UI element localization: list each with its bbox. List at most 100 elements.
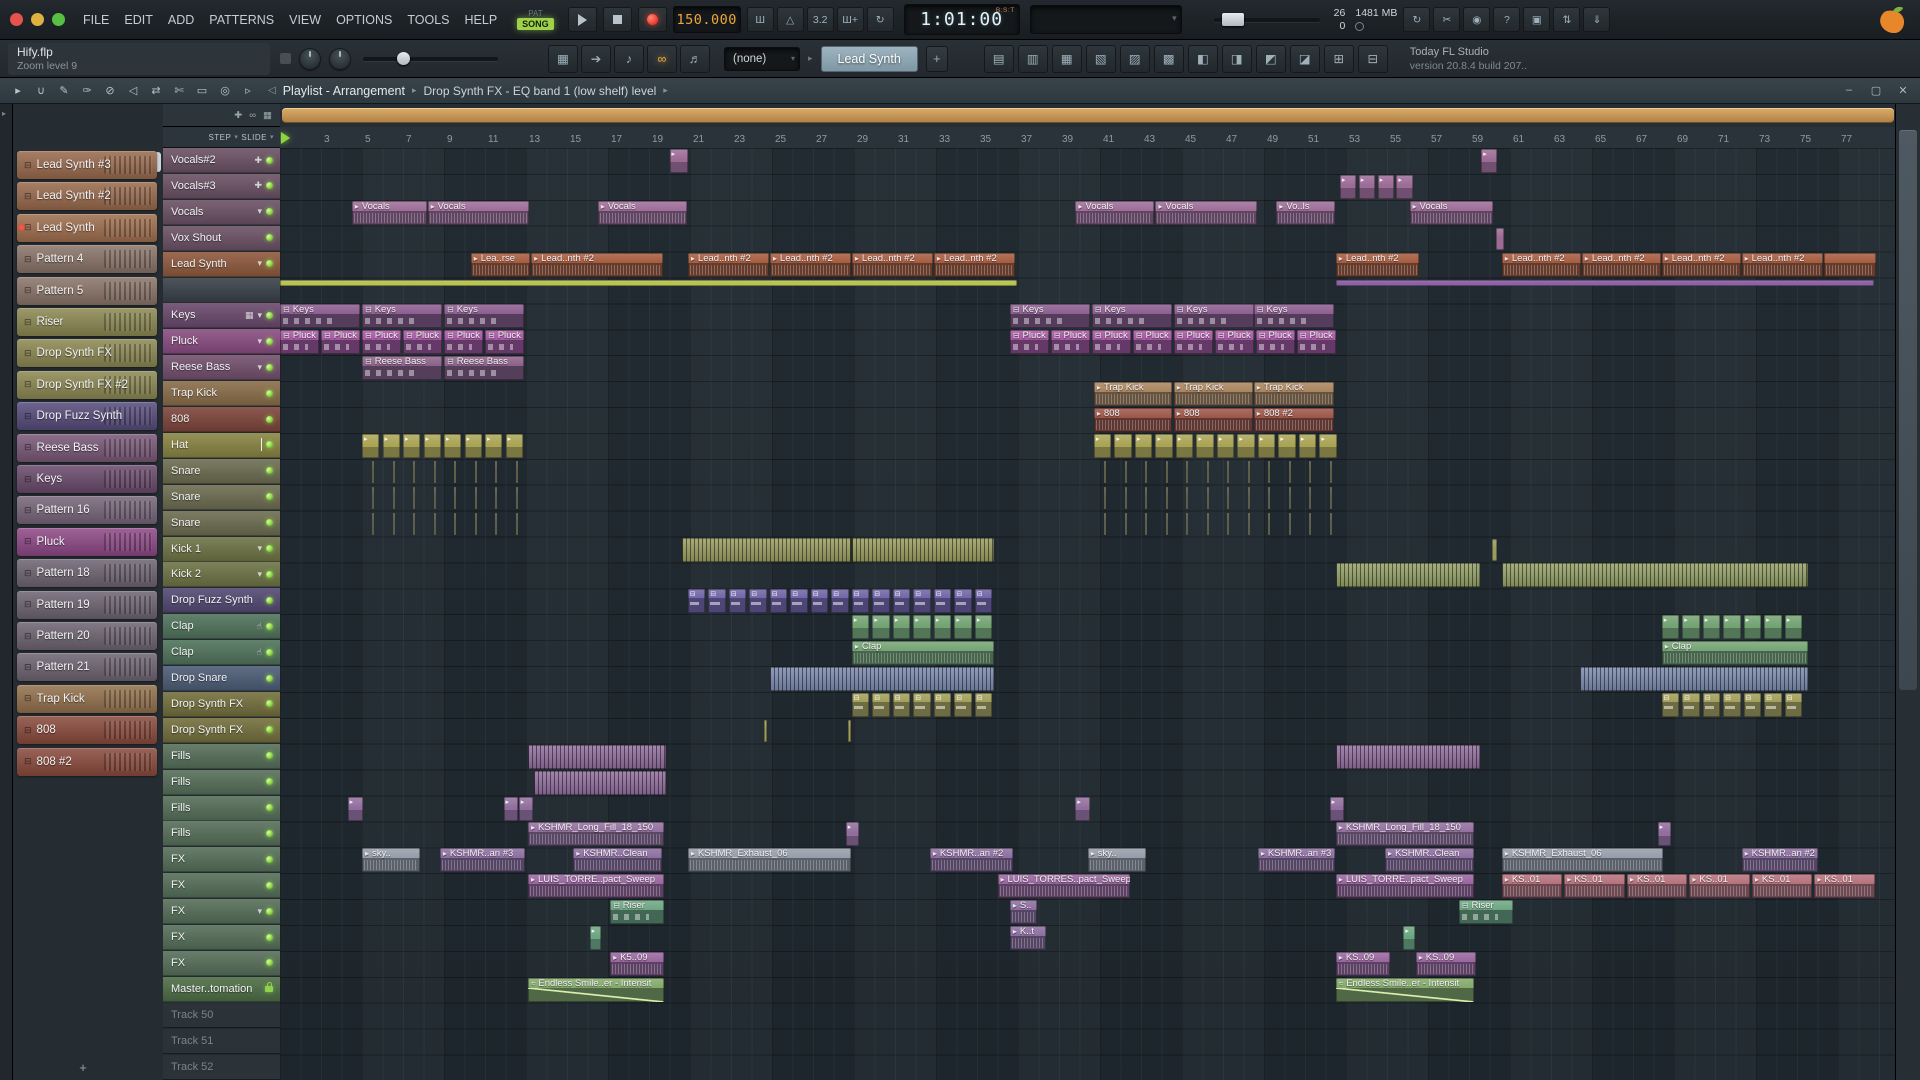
- clip-tick[interactable]: [433, 460, 436, 483]
- clip-tick[interactable]: [1329, 512, 1332, 535]
- picker-item-808-2[interactable]: ⊟ 808 #2: [17, 747, 157, 776]
- clip-tick[interactable]: [1495, 227, 1504, 250]
- clip-808-2[interactable]: ▸ 808 #2: [1253, 408, 1334, 432]
- clip-midisolo[interactable]: ⊟: [892, 692, 911, 717]
- clip-s[interactable]: ▸ S..: [1009, 900, 1038, 925]
- clip-tick[interactable]: [1268, 486, 1271, 509]
- clip-stripes[interactable]: [1335, 744, 1481, 769]
- clip-tick[interactable]: [1329, 460, 1332, 483]
- clip-kshmr-clean[interactable]: ▸ KSHMR..Clean: [573, 848, 663, 873]
- clip-tick[interactable]: [1227, 486, 1230, 509]
- clip-sky[interactable]: ▸ sky..: [1087, 848, 1147, 873]
- menu-icon[interactable]: ▸: [8, 82, 28, 100]
- clip-tick[interactable]: [1165, 460, 1168, 483]
- clip-kshmr-long-fill-18-150[interactable]: ▸ KSHMR_Long_Fill_18_150: [528, 822, 665, 847]
- clip-tick[interactable]: [515, 512, 518, 535]
- clip-tick[interactable]: [1206, 486, 1209, 509]
- clip-tick[interactable]: [392, 512, 395, 535]
- clip-pluck[interactable]: ⊟ Pluck: [1296, 330, 1336, 355]
- clip-tick[interactable]: [1309, 486, 1312, 509]
- clip-midisolo[interactable]: ⊟: [1661, 692, 1680, 717]
- track-header-keys[interactable]: Keys ▦ ▾: [163, 303, 280, 329]
- loop-record-icon[interactable]: ↻: [866, 7, 894, 32]
- track-enable-led[interactable]: [266, 234, 273, 242]
- clip-small[interactable]: ▸: [872, 615, 890, 640]
- picker-item-lead-synth[interactable]: ⊟ Lead Synth: [17, 213, 157, 242]
- clip-small[interactable]: ▸: [423, 433, 441, 458]
- clip-lead-nth-2[interactable]: ▸ Lead..nth #2: [687, 252, 769, 277]
- clip-kshmr-an-2[interactable]: ▸ KSHMR..an #2: [1741, 848, 1819, 873]
- clip-keys[interactable]: ⊟ Keys: [444, 304, 524, 329]
- track-enable-led[interactable]: [266, 260, 273, 268]
- clip-pluck[interactable]: ⊟ Pluck: [485, 330, 524, 355]
- clip-tick[interactable]: [1186, 460, 1189, 483]
- picker-item-trap-kick[interactable]: ⊟ Trap Kick: [17, 684, 157, 713]
- clip-ks-09[interactable]: ▸ KS..09: [1415, 951, 1477, 976]
- picker-item-pattern-4[interactable]: ⊟ Pattern 4: [17, 245, 157, 274]
- clip-small[interactable]: ▸: [1784, 615, 1803, 640]
- track-header-fx[interactable]: FX ▾: [163, 899, 280, 925]
- track-header-808[interactable]: 808: [163, 407, 280, 432]
- clip-strip[interactable]: [280, 279, 1017, 286]
- slice-icon[interactable]: ✄: [169, 82, 189, 100]
- clip-lea-rse[interactable]: ▸ Lea..rse: [470, 252, 531, 277]
- clip-tick[interactable]: [495, 486, 498, 509]
- clip-kshmr-an-3[interactable]: ▸ KSHMR..an #3: [439, 848, 525, 873]
- clip-tick[interactable]: [1288, 486, 1291, 509]
- clip-lead-nth-2[interactable]: ▸ Lead..nth #2: [531, 252, 664, 277]
- clip-luis-torre-pact-sweep[interactable]: ▸ LUIS_TORRE..pact_Sweep: [528, 874, 665, 899]
- track-header-vocals[interactable]: Vocals ▾: [163, 199, 280, 225]
- menu-item-help[interactable]: HELP: [465, 13, 498, 27]
- clip-reese-bass[interactable]: ⊟ Reese Bass: [362, 356, 442, 381]
- move-icon[interactable]: ✚: [254, 155, 262, 166]
- clip-ks-09[interactable]: ▸ KS..09: [1335, 951, 1391, 976]
- track-enable-led[interactable]: [266, 674, 273, 682]
- clip-endless-smile-er-intensit[interactable]: ≈ Endless Smile..er - Intensit: [1335, 977, 1475, 1002]
- clip-tick[interactable]: [1104, 486, 1107, 509]
- clip-keys[interactable]: ⊟ Keys: [1253, 304, 1334, 329]
- close-icon[interactable]: ✕: [1894, 84, 1912, 97]
- playback-icon[interactable]: ▹: [238, 82, 258, 100]
- playhead-marker[interactable]: [281, 132, 290, 144]
- slider-thumb[interactable]: [1221, 12, 1244, 26]
- playlist-grid[interactable]: ▸ ▸ ▸ ▸ ▸ ▸ ▸ Vocals ▸ Vocals ▸ Vocals ▸ Vocals ▸ Vocal…: [280, 148, 1896, 1080]
- clip-vocals[interactable]: ▸ Vocals: [351, 200, 427, 225]
- clip-tick[interactable]: [1227, 460, 1230, 483]
- pat-song-switch[interactable]: PAT SONG: [517, 9, 554, 30]
- clip-small[interactable]: ▸: [1723, 615, 1741, 640]
- clip-small[interactable]: ▸: [1377, 174, 1394, 199]
- clip-midisolo[interactable]: ⊟: [933, 589, 952, 614]
- picker-item-drop-fuzz-synth[interactable]: ⊟ Drop Fuzz Synth: [17, 402, 157, 431]
- clip-kshmr-an-3[interactable]: ▸ KSHMR..an #3: [1257, 848, 1335, 873]
- clip-tick[interactable]: [372, 512, 375, 535]
- clip-small[interactable]: ▸: [1396, 174, 1413, 199]
- track-header-clap[interactable]: Clap ☝: [163, 614, 280, 640]
- clip-lead-nth-2[interactable]: ▸ Lead..nth #2: [769, 252, 851, 277]
- picker-item-lead-synth-3[interactable]: ⊟ Lead Synth #3: [17, 151, 157, 179]
- clip-trap-kick[interactable]: ▸ Trap Kick: [1093, 382, 1172, 407]
- clip-ks-01[interactable]: ▸ KS..01: [1564, 874, 1625, 899]
- clip-small[interactable]: ▸: [851, 615, 870, 640]
- track-enable-led[interactable]: [266, 752, 273, 760]
- clip-small[interactable]: ▸: [954, 615, 972, 640]
- clip-808[interactable]: ▸ 808: [1093, 408, 1172, 432]
- clip-sky[interactable]: ▸ sky..: [362, 848, 421, 873]
- panel-5-icon[interactable]: ▨: [1119, 44, 1150, 73]
- clip-kshmr-exhaust-06[interactable]: ▸ KSHMR_Exhaust_06: [1501, 848, 1663, 873]
- track-header-fills[interactable]: Fills: [163, 743, 280, 769]
- clip-tick[interactable]: [1145, 486, 1148, 509]
- vertical-scrollbar[interactable]: [1895, 104, 1920, 1080]
- clip-pluck[interactable]: ⊟ Pluck: [403, 330, 442, 355]
- track-enable-led[interactable]: [266, 337, 273, 345]
- clip-small[interactable]: ▸: [669, 149, 688, 173]
- clip-midisolo[interactable]: ⊟: [851, 692, 870, 717]
- picker-item-pluck[interactable]: ⊟ Pluck: [17, 527, 157, 556]
- dropdown-icon[interactable]: ▾: [257, 206, 262, 217]
- picker-item-reese-bass[interactable]: ⊟ Reese Bass: [17, 433, 157, 462]
- track-header-kick-2[interactable]: Kick 2 ▾: [163, 562, 280, 588]
- track-header-reese-bass[interactable]: Reese Bass ▾: [163, 355, 280, 381]
- panel-6-icon[interactable]: ▩: [1153, 44, 1184, 73]
- panel-9-icon[interactable]: ◩: [1255, 44, 1286, 73]
- window-zoom-button[interactable]: [52, 13, 65, 26]
- panel-12-icon[interactable]: ⊟: [1357, 44, 1388, 73]
